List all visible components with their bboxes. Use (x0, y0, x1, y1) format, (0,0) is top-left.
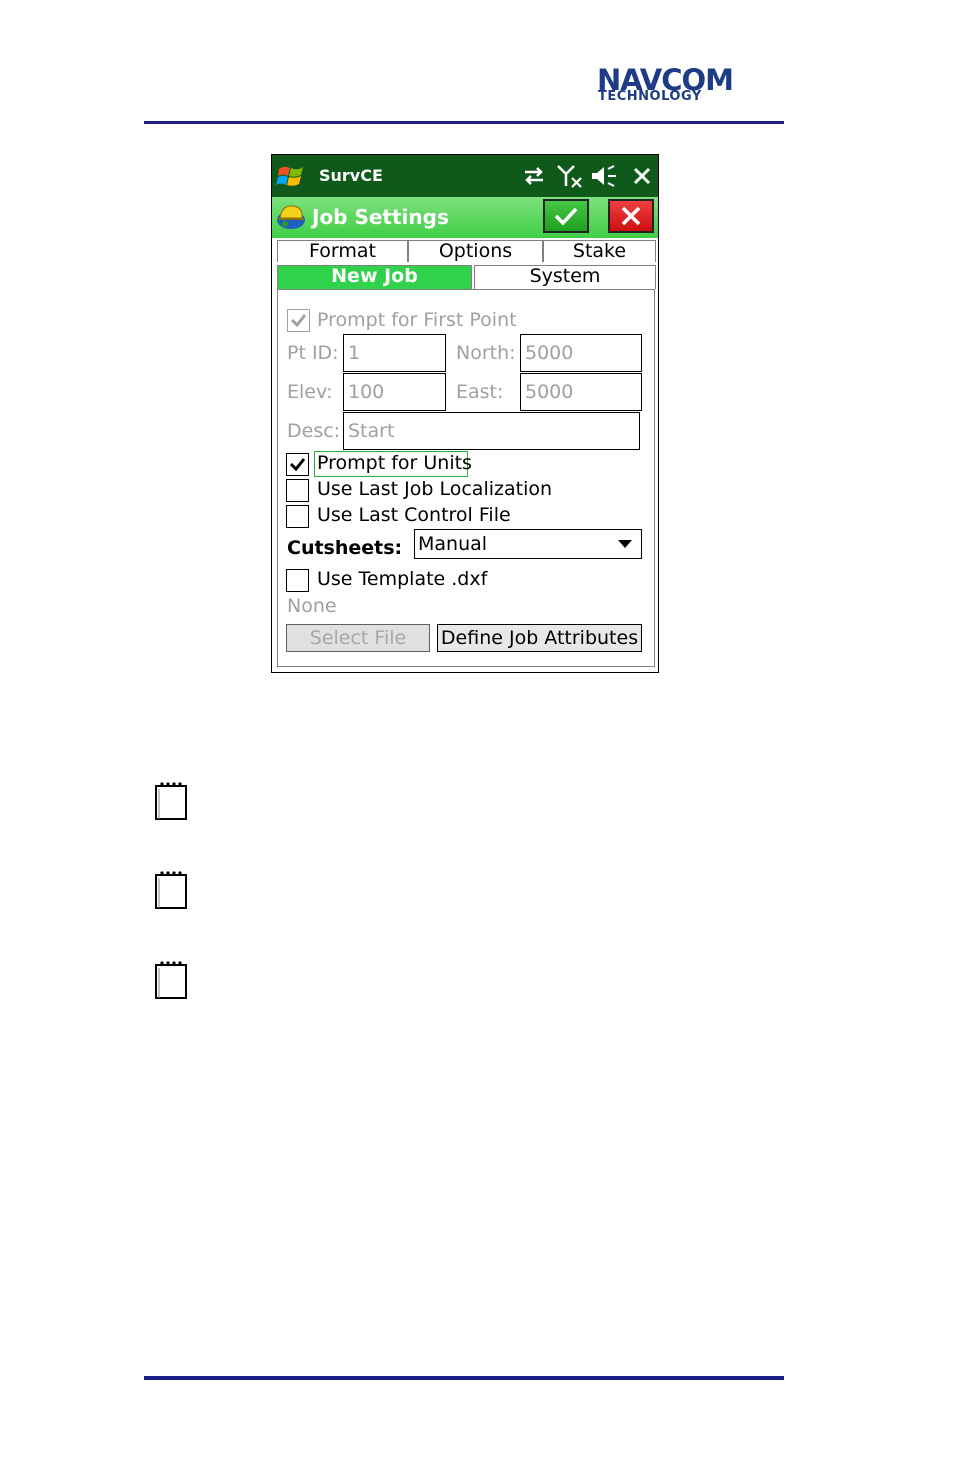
pt-id-label: Pt ID: (287, 342, 339, 364)
tab-options[interactable]: Options (408, 240, 543, 262)
tab-system[interactable]: System (474, 265, 656, 289)
logo-line2: TECHNOLOGY (598, 89, 702, 104)
elev-label: Elev: (287, 381, 333, 403)
check-icon (290, 314, 307, 328)
device-screen: SurvCE Job Settings Format Options Stake… (271, 154, 659, 673)
notepad-icon (155, 782, 187, 820)
east-label: East: (456, 381, 504, 403)
navcom-logo: NAVCOM TECHNOLOGY (597, 66, 782, 106)
prompt-units-checkbox[interactable] (286, 453, 309, 476)
elev-field[interactable]: 100 (343, 373, 446, 411)
close-icon[interactable] (632, 164, 652, 188)
desc-field[interactable]: Start (343, 412, 640, 450)
east-field[interactable]: 5000 (520, 373, 642, 411)
north-field[interactable]: 5000 (520, 334, 642, 372)
use-last-localization-checkbox[interactable] (286, 479, 309, 502)
app-name: SurvCE (319, 166, 383, 185)
north-label: North: (456, 342, 516, 364)
desc-label: Desc: (287, 420, 341, 442)
ok-button[interactable] (543, 199, 589, 233)
header-rule (144, 121, 784, 124)
cancel-button[interactable] (608, 199, 654, 233)
cancel-x-icon (621, 206, 641, 226)
cutsheets-value: Manual (418, 533, 488, 555)
tab-stake[interactable]: Stake (543, 240, 656, 262)
prompt-units-label: Prompt for Units (317, 452, 472, 474)
status-bar: SurvCE (272, 155, 658, 197)
prompt-first-point-checkbox[interactable] (287, 309, 310, 332)
notepad-icon (155, 871, 187, 909)
windows-start-icon[interactable] (276, 161, 306, 191)
check-icon (289, 458, 306, 472)
use-template-label: Use Template .dxf (317, 568, 488, 590)
define-job-attributes-button[interactable]: Define Job Attributes (437, 624, 642, 652)
ok-check-icon (554, 207, 578, 226)
page-title: Job Settings (312, 205, 449, 229)
tab-format[interactable]: Format (277, 240, 408, 262)
hard-hat-icon (277, 205, 305, 229)
pt-id-field[interactable]: 1 (343, 334, 446, 372)
prompt-first-point-label: Prompt for First Point (317, 309, 517, 331)
cutsheets-select[interactable]: Manual (414, 529, 642, 559)
use-last-control-checkbox[interactable] (286, 505, 309, 528)
use-template-checkbox[interactable] (286, 569, 309, 592)
footer-rule (144, 1376, 784, 1380)
no-signal-icon (557, 165, 582, 188)
speaker-muted-icon (592, 165, 616, 187)
title-bar: Job Settings (272, 197, 658, 238)
cutsheets-label: Cutsheets: (287, 537, 403, 559)
template-file-name: None (287, 595, 337, 617)
tab-new-job[interactable]: New Job (277, 265, 472, 289)
select-file-button[interactable]: Select File (286, 624, 430, 652)
notepad-icon (155, 961, 187, 999)
use-last-localization-label: Use Last Job Localization (317, 478, 553, 500)
use-last-control-label: Use Last Control File (317, 504, 511, 526)
sync-arrows-icon (525, 167, 543, 185)
dropdown-arrow-icon (618, 540, 632, 548)
